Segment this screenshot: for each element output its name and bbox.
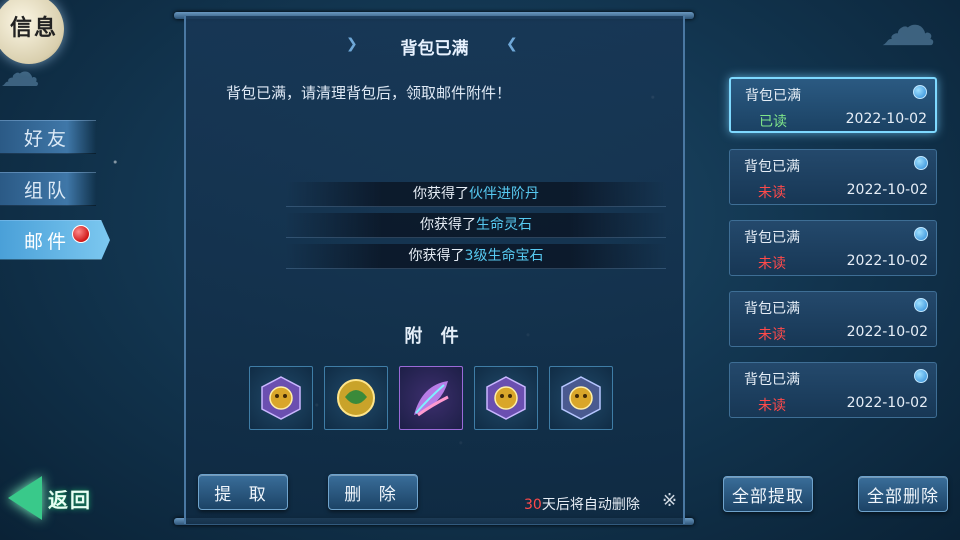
expire-days: 30 — [524, 497, 542, 513]
tab-label: 邮件 — [24, 230, 71, 253]
mail-item-date: 2022-10-02 — [846, 253, 928, 269]
back-arrow-icon — [8, 476, 42, 520]
mail-item-title: 背包已满 — [744, 301, 800, 317]
expire-text: 天后将自动删除 — [541, 497, 640, 513]
mail-list-item[interactable]: 背包已满 未读 2022-10-02 — [729, 291, 937, 347]
gold-beast-gem-icon — [261, 376, 301, 420]
mail-list-item[interactable]: 背包已满 未读 2022-10-02 — [729, 220, 937, 276]
attachment-slot[interactable] — [399, 366, 463, 430]
mail-item-status: 未读 — [758, 398, 786, 414]
tab-team[interactable]: 组队 — [0, 172, 96, 206]
reward-item: 伙伴进阶丹 — [469, 186, 539, 202]
back-button[interactable]: 返回 — [8, 476, 92, 520]
mail-item-date: 2022-10-02 — [846, 395, 928, 411]
mail-detail-panel: ❯ 背包已满 ❮ 背包已满，请清理背包后，领取邮件附件！ 你获得了伙伴进阶丹 你… — [184, 16, 685, 524]
mail-item-status: 未读 — [758, 327, 786, 343]
tab-label: 组队 — [24, 179, 71, 202]
cloud-decoration-icon: ☁ — [0, 50, 40, 96]
mail-item-date: 2022-10-02 — [845, 111, 927, 127]
mail-item-title: 背包已满 — [745, 88, 801, 104]
delete-button[interactable]: 删 除 — [328, 474, 418, 510]
close-icon[interactable]: ※ — [662, 490, 677, 511]
notification-dot-icon — [72, 225, 90, 243]
delete-all-button[interactable]: 全部删除 — [858, 476, 948, 512]
mail-title: 背包已满 — [400, 39, 469, 59]
feather-icon — [414, 381, 449, 417]
mail-item-title: 背包已满 — [744, 372, 800, 388]
page-title: 信息 — [9, 15, 58, 41]
attachments-title: 附 件 — [404, 326, 465, 347]
attachment-slot[interactable] — [249, 366, 313, 430]
reward-prefix: 你获得了 — [413, 186, 469, 202]
attachment-slot[interactable] — [324, 366, 388, 430]
auto-delete-notice: 30天后将自动删除 — [524, 494, 640, 514]
mail-list-item[interactable]: 背包已满 未读 2022-10-02 — [729, 362, 937, 418]
mail-item-status: 已读 — [759, 114, 787, 130]
tab-friends[interactable]: 好友 — [0, 120, 96, 154]
jade-orb-icon — [337, 379, 375, 417]
reward-prefix: 你获得了 — [420, 217, 476, 233]
reward-item: 生命灵石 — [476, 217, 532, 233]
mail-body: 背包已满，请清理背包后，领取邮件附件！ — [226, 84, 512, 102]
reward-line: 你获得了伙伴进阶丹 — [286, 182, 666, 207]
mail-item-title: 背包已满 — [744, 159, 800, 175]
cloud-decoration-icon: ☁ — [880, 0, 936, 59]
claim-button[interactable]: 提 取 — [198, 474, 288, 510]
mail-indicator-icon — [914, 298, 928, 312]
reward-prefix: 你获得了 — [408, 248, 465, 264]
mail-indicator-icon — [914, 369, 928, 383]
claim-all-button[interactable]: 全部提取 — [723, 476, 813, 512]
mail-indicator-icon — [914, 227, 928, 241]
back-label: 返回 — [48, 487, 92, 512]
mail-item-status: 未读 — [758, 185, 786, 201]
reward-line: 你获得了生命灵石 — [286, 213, 666, 238]
mail-item-status: 未读 — [758, 256, 786, 272]
mail-item-title: 背包已满 — [744, 230, 800, 246]
gold-beast-gem-icon — [486, 376, 526, 420]
mail-indicator-icon — [913, 85, 927, 99]
mail-indicator-icon — [914, 156, 928, 170]
mail-item-date: 2022-10-02 — [846, 324, 928, 340]
reward-line: 你获得了3级生命宝石 — [286, 244, 666, 269]
attachment-slot[interactable] — [474, 366, 538, 430]
gold-beast-gem-icon — [561, 376, 601, 420]
reward-item: 3级生命宝石 — [464, 248, 544, 264]
mail-list-item[interactable]: 背包已满 未读 2022-10-02 — [729, 149, 937, 205]
mail-list-item[interactable]: 背包已满 已读 2022-10-02 — [729, 77, 937, 133]
mail-item-date: 2022-10-02 — [846, 182, 928, 198]
attachment-slot[interactable] — [549, 366, 613, 430]
wing-ornament-icon: ❮ — [506, 36, 518, 52]
tab-mail[interactable]: 邮件 — [0, 220, 110, 260]
tab-label: 好友 — [24, 127, 71, 150]
